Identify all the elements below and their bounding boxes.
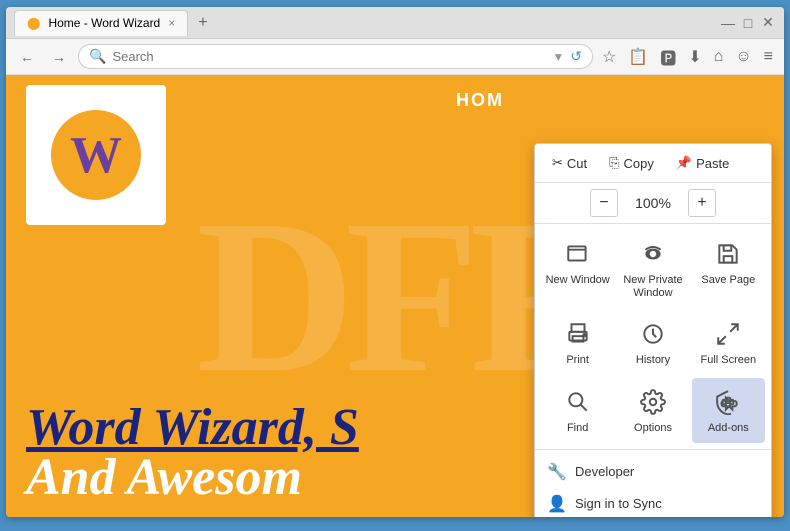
menu-grid: New Window New Private Window [535, 224, 771, 449]
copy-icon: ⎘ [609, 155, 619, 171]
back-button[interactable]: ← [14, 45, 40, 69]
print-item[interactable]: Print [541, 310, 614, 375]
refresh-icon[interactable]: ↺ [570, 48, 582, 65]
bookmark-icon[interactable]: ☆ [599, 44, 619, 70]
search-icon: 🔍 [89, 48, 106, 65]
save-page-icon [712, 238, 744, 270]
zoom-row: − 100% + [535, 183, 771, 224]
new-window-label: New Window [546, 274, 610, 287]
save-page-item[interactable]: Save Page [692, 230, 765, 308]
browser-tab[interactable]: ⬤ Home - Word Wizard × [14, 10, 188, 36]
maximize-button[interactable]: □ [740, 15, 756, 31]
toolbar-icons: ☆ 📋 🅿 ⬇ ⌂ ☺ ≡ [599, 42, 776, 72]
options-label: Options [634, 422, 672, 435]
developer-item[interactable]: 🔧 Developer [543, 456, 763, 488]
zoom-level: 100% [628, 195, 678, 211]
logo-circle: W [51, 110, 141, 200]
sub-title: And Awesom [26, 448, 302, 507]
menu-icon[interactable]: ≡ [761, 45, 776, 69]
history-label: History [636, 354, 670, 367]
paste-button[interactable]: 📌 Paste [667, 150, 738, 176]
menu-bottom-section: 🔧 Developer 👤 Sign in to Sync [535, 449, 771, 517]
cut-label: Cut [567, 156, 587, 171]
browser-window: ⬤ Home - Word Wizard × + — □ ✕ ← → 🔍 ▼ ↺… [6, 7, 784, 517]
dropdown-icon: ▼ [552, 50, 564, 64]
add-ons-label: Add-ons [708, 422, 749, 435]
zoom-out-button[interactable]: − [590, 189, 618, 217]
zoom-in-button[interactable]: + [688, 189, 716, 217]
print-icon [562, 318, 594, 350]
full-screen-icon [712, 318, 744, 350]
minimize-button[interactable]: — [720, 15, 736, 31]
copy-button[interactable]: ⎘ Copy [600, 150, 663, 176]
new-window-item[interactable]: New Window [541, 230, 614, 308]
copy-label: Copy [624, 156, 654, 171]
clipboard-icon[interactable]: 📋 [625, 44, 651, 70]
nav-bar: ← → 🔍 ▼ ↺ ☆ 📋 🅿 ⬇ ⌂ ☺ ≡ [6, 39, 784, 75]
print-label: Print [566, 354, 589, 367]
add-ons-item[interactable]: Add-ons [692, 378, 765, 443]
find-icon [562, 386, 594, 418]
window-controls: — □ ✕ [720, 15, 776, 31]
search-input[interactable] [112, 49, 546, 64]
cut-button[interactable]: ✂ Cut [543, 150, 596, 176]
history-icon [637, 318, 669, 350]
edit-row: ✂ Cut ⎘ Copy 📌 Paste [535, 144, 771, 183]
history-item[interactable]: History [616, 310, 689, 375]
save-page-label: Save Page [701, 274, 755, 287]
new-window-icon [562, 238, 594, 270]
firefox-menu-panel: ✂ Cut ⎘ Copy 📌 Paste − 100% + [534, 143, 772, 517]
forward-button[interactable]: → [46, 45, 72, 69]
logo-letter: W [70, 126, 122, 185]
find-item[interactable]: Find [541, 378, 614, 443]
home-icon[interactable]: ⌂ [711, 45, 727, 69]
tab-close-btn[interactable]: × [168, 16, 175, 30]
paste-icon: 📌 [676, 155, 692, 171]
sign-in-icon: 👤 [547, 494, 567, 514]
cut-icon: ✂ [552, 155, 563, 171]
sign-in-label: Sign in to Sync [575, 496, 662, 511]
new-private-window-label: New Private Window [620, 274, 685, 300]
address-bar: 🔍 ▼ ↺ [78, 44, 593, 69]
sign-in-item[interactable]: 👤 Sign in to Sync [543, 488, 763, 517]
tab-title: Home - Word Wizard [48, 16, 160, 30]
nav-label: HOM [456, 90, 504, 111]
paste-label: Paste [696, 156, 729, 171]
options-item[interactable]: Options [616, 378, 689, 443]
download-icon[interactable]: ⬇ [685, 44, 704, 70]
developer-label: Developer [575, 464, 634, 479]
website-content: DFF W HOM Word Wizard, S And Awesom ✂ Cu… [6, 75, 784, 517]
new-private-window-icon [637, 238, 669, 270]
find-label: Find [567, 422, 588, 435]
pocket-icon[interactable]: 🅿 [657, 42, 679, 72]
options-icon [637, 386, 669, 418]
close-button[interactable]: ✕ [760, 15, 776, 31]
full-screen-item[interactable]: Full Screen [692, 310, 765, 375]
user-icon[interactable]: ☺ [732, 45, 754, 69]
add-ons-icon [712, 386, 744, 418]
new-tab-button[interactable]: + [192, 14, 213, 32]
full-screen-label: Full Screen [701, 354, 757, 367]
logo-area: W [26, 85, 166, 225]
new-private-window-item[interactable]: New Private Window [616, 230, 689, 308]
title-bar: ⬤ Home - Word Wizard × + — □ ✕ [6, 7, 784, 39]
developer-icon: 🔧 [547, 462, 567, 482]
